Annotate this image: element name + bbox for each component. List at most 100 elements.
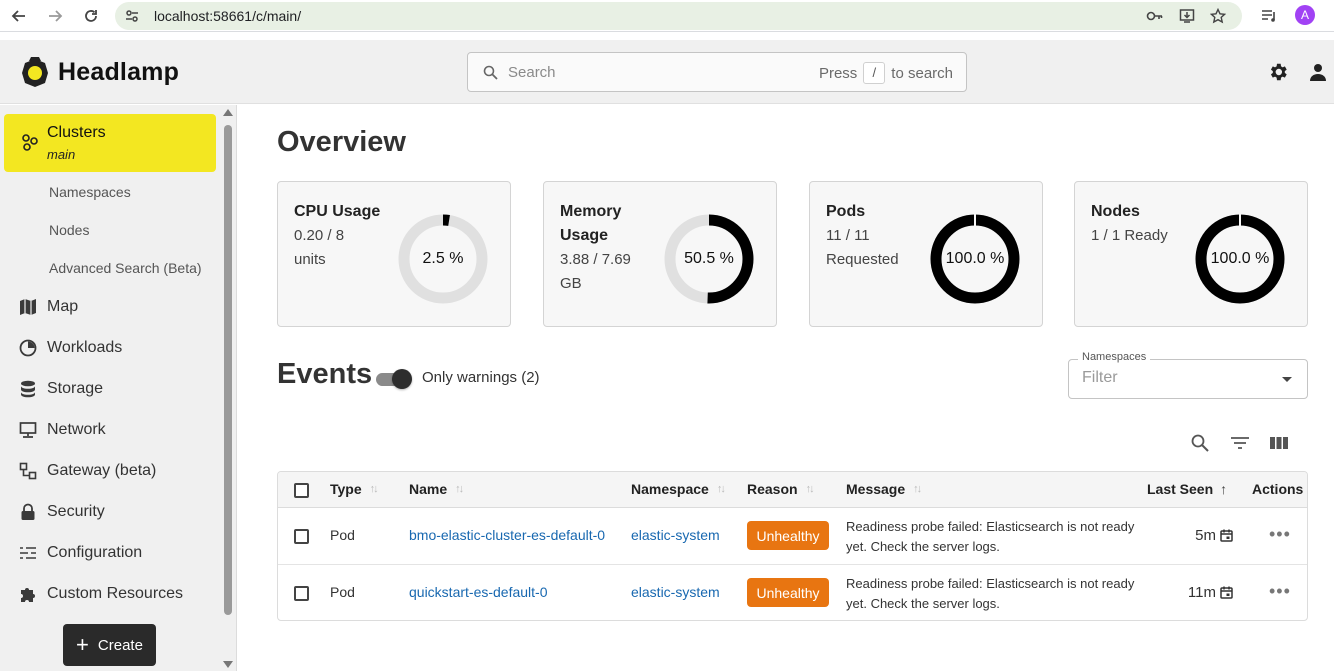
settings-gear-icon[interactable]	[1266, 60, 1290, 84]
sort-icon[interactable]: ↑↓	[455, 483, 464, 495]
status-badge: Unhealthy	[747, 578, 829, 607]
namespaces-filter[interactable]: Namespaces Filter	[1068, 351, 1308, 399]
search-placeholder[interactable]: Search	[508, 64, 556, 81]
table-header: Type ↑↓ Name ↑↓ Namespace ↑↓ Reason ↑↓ Messa…	[278, 472, 1307, 508]
sidebar-item-storage[interactable]: Storage	[18, 377, 103, 401]
card-title: Nodes	[1091, 203, 1140, 220]
select-all-checkbox[interactable]	[294, 483, 309, 498]
calendar-icon[interactable]	[1220, 586, 1233, 599]
sidebar-item-label: Clusters	[47, 124, 106, 141]
user-account-icon[interactable]	[1306, 60, 1330, 84]
filter-icon[interactable]	[1229, 432, 1251, 454]
sidebar-item-custom-resources[interactable]: Custom Resources	[18, 582, 183, 606]
events-table: Type ↑↓ Name ↑↓ Namespace ↑↓ Reason ↑↓ Messa…	[277, 471, 1308, 621]
sidebar-item-namespaces[interactable]: Namespaces	[49, 184, 131, 200]
browser-toolbar: localhost:58661/c/main/ A	[0, 0, 1334, 32]
sidebar-item-advanced-search[interactable]: Advanced Search (Beta)	[49, 260, 202, 276]
donut-percent-label: 50.5 %	[684, 250, 734, 267]
workloads-pie-icon	[18, 338, 38, 358]
sort-ascending-icon[interactable]: ↑	[1220, 481, 1227, 497]
cell-last-seen: 11m	[1188, 584, 1233, 601]
row-checkbox[interactable]	[294, 529, 309, 544]
column-label: Namespace	[631, 481, 709, 497]
card-value: 3.88 / 7.69	[560, 251, 631, 268]
column-header-last-seen[interactable]: Last Seen ↑	[1147, 481, 1227, 497]
card-value: Requested	[826, 251, 899, 268]
reload-icon[interactable]	[81, 6, 101, 26]
cell-namespace-link[interactable]: elastic-system	[631, 527, 720, 543]
install-app-icon[interactable]	[1178, 7, 1196, 25]
column-label: Last Seen	[1147, 481, 1214, 497]
create-label: Create	[97, 636, 143, 654]
column-label: Type	[330, 481, 362, 497]
donut-percent-label: 100.0 %	[1210, 250, 1270, 267]
row-actions-menu-icon[interactable]: •••	[1269, 582, 1291, 600]
dropdown-arrow-icon[interactable]	[1282, 377, 1292, 382]
sidebar-item-gateway[interactable]: Gateway (beta)	[18, 459, 156, 483]
sort-icon[interactable]: ↑↓	[370, 483, 379, 495]
cell-message: Readiness probe failed: Elasticsearch is…	[846, 519, 1135, 554]
cell-name-link[interactable]: bmo-elastic-cluster-es-default-0	[409, 527, 605, 543]
table-row[interactable]: Pod quickstart-es-default-0 elastic-system…	[278, 565, 1307, 620]
scroll-down-arrow-icon[interactable]	[223, 661, 233, 668]
headlamp-logo[interactable]: Headlamp	[20, 55, 179, 89]
last-seen-value: 5m	[1195, 527, 1216, 544]
cell-type: Pod	[330, 584, 355, 600]
cell-namespace-link[interactable]: elastic-system	[631, 584, 720, 600]
column-header-message[interactable]: Message ↑↓	[846, 481, 922, 497]
password-key-icon[interactable]	[1146, 7, 1164, 25]
sidebar-item-map[interactable]: Map	[18, 295, 78, 319]
scroll-up-arrow-icon[interactable]	[223, 109, 233, 116]
namespaces-filter-placeholder[interactable]: Filter	[1082, 369, 1118, 387]
back-arrow-icon[interactable]	[9, 6, 29, 26]
network-monitor-icon	[18, 420, 38, 440]
column-label: Reason	[747, 481, 798, 497]
app-header: Headlamp Search Press / to search	[0, 40, 1334, 104]
only-warnings-toggle[interactable]	[375, 368, 413, 390]
toggle-knob[interactable]	[392, 369, 412, 389]
lock-icon	[18, 502, 38, 522]
forward-arrow-icon[interactable]	[45, 6, 65, 26]
address-bar[interactable]: localhost:58661/c/main/	[115, 2, 1242, 30]
reading-list-icon[interactable]	[1259, 6, 1279, 26]
sidebar-item-configuration[interactable]: Configuration	[18, 541, 142, 565]
sidebar-item-clusters[interactable]: Clusters main	[4, 114, 216, 172]
columns-icon[interactable]	[1268, 432, 1290, 454]
sidebar-item-security[interactable]: Security	[18, 500, 105, 524]
sort-icon[interactable]: ↑↓	[913, 483, 922, 495]
create-button[interactable]: + Create	[63, 624, 156, 666]
only-warnings-label[interactable]: Only warnings (2)	[422, 369, 540, 386]
address-url[interactable]: localhost:58661/c/main/	[154, 8, 301, 24]
global-search[interactable]: Search Press / to search	[467, 52, 967, 92]
row-actions-menu-icon[interactable]: •••	[1269, 525, 1291, 543]
browser-profile-avatar[interactable]: A	[1295, 5, 1315, 25]
card-title: Pods	[826, 203, 866, 220]
calendar-icon[interactable]	[1220, 529, 1233, 542]
sidebar-item-label: Workloads	[47, 339, 123, 356]
column-header-reason[interactable]: Reason ↑↓	[747, 481, 815, 497]
scrollbar-thumb[interactable]	[224, 125, 232, 615]
cell-name-link[interactable]: quickstart-es-default-0	[409, 584, 548, 600]
sidebar-item-label: Storage	[47, 380, 104, 397]
column-label: Message	[846, 481, 906, 497]
sort-icon[interactable]: ↑↓	[806, 483, 815, 495]
hint-press: Press	[818, 64, 858, 82]
site-info-icon[interactable]	[123, 7, 141, 25]
cell-type: Pod	[330, 527, 355, 543]
column-header-namespace[interactable]: Namespace ↑↓	[631, 481, 726, 497]
sidebar-item-nodes[interactable]: Nodes	[49, 222, 89, 238]
shortcut-key: /	[863, 62, 886, 84]
column-header-name[interactable]: Name ↑↓	[409, 481, 464, 497]
row-checkbox[interactable]	[294, 586, 309, 601]
card-value: units	[294, 251, 326, 268]
column-header-type[interactable]: Type ↑↓	[330, 481, 379, 497]
sidebar-item-workloads[interactable]: Workloads	[18, 336, 122, 360]
bookmark-star-icon[interactable]	[1209, 7, 1227, 25]
table-row[interactable]: Pod bmo-elastic-cluster-es-default-0 elast…	[278, 508, 1307, 565]
search-icon[interactable]	[1189, 432, 1211, 454]
sidebar-scrollbar[interactable]	[222, 109, 234, 669]
configuration-list-icon	[18, 543, 38, 563]
sidebar-item-network[interactable]: Network	[18, 418, 106, 442]
search-icon	[483, 65, 498, 80]
sort-icon[interactable]: ↑↓	[717, 483, 726, 495]
